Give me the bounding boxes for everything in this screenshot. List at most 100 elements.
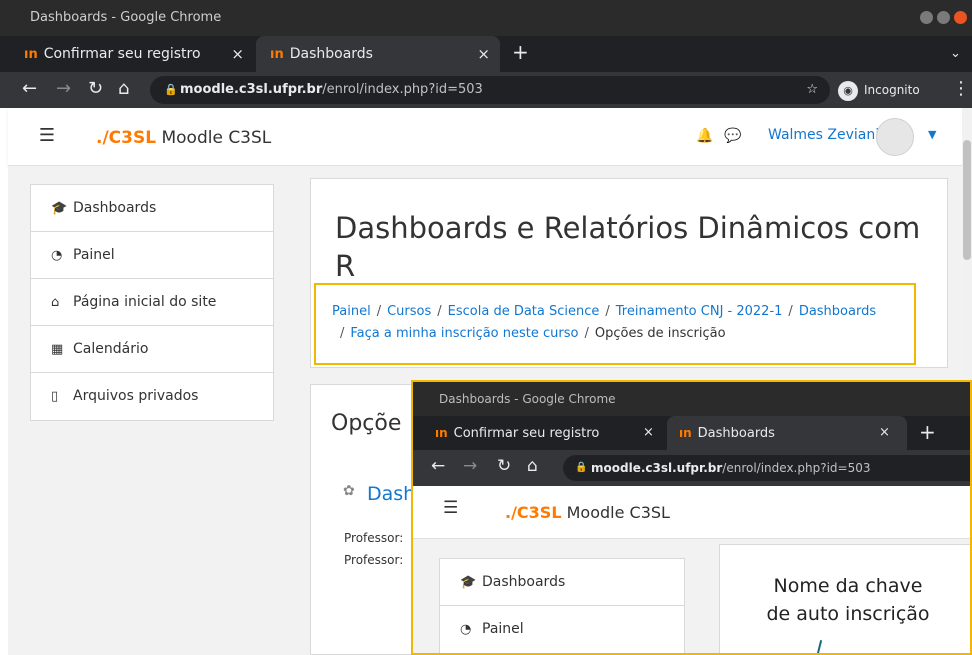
nav-item-dashboards[interactable]: 🎓 Dashboards — [440, 559, 684, 606]
window-titlebar: Dashboards - Google Chrome — [0, 0, 972, 36]
tab-favicon: ın — [679, 426, 692, 440]
section-heading: Opçõe — [331, 411, 402, 436]
new-tab-icon[interactable]: + — [512, 40, 529, 64]
incognito-icon: ◉ — [838, 80, 858, 101]
forward-arrow-icon[interactable]: → — [463, 456, 477, 476]
tab-search-chevron-icon[interactable]: ⌄ — [950, 46, 961, 61]
notifications-bell-icon[interactable]: 🔔 — [696, 128, 713, 144]
back-arrow-icon[interactable]: ← — [431, 456, 445, 476]
address-bar[interactable]: 🔒 moodle.c3sl.ufpr.br/enrol/index.php?id… — [150, 76, 830, 104]
course-name-link[interactable]: Dash — [367, 483, 415, 505]
nav-item-dashboards[interactable]: 🎓 Dashboards — [31, 185, 273, 232]
breadcrumb-current: Opções de inscrição — [594, 326, 726, 341]
inset-tab-dashboards[interactable]: ın Dashboards × — [667, 416, 907, 450]
close-tab-icon[interactable]: × — [477, 36, 490, 72]
scrollbar-thumb[interactable] — [963, 140, 971, 260]
nav-item-label: Dashboards — [73, 200, 157, 216]
breadcrumb-item[interactable]: Escola de Data Science — [448, 304, 600, 319]
tab-label: Dashboards — [697, 426, 775, 441]
close-tab-icon[interactable]: × — [231, 36, 244, 72]
tab-label: Confirmar seu registro — [43, 46, 201, 62]
breadcrumb-item[interactable]: Faça a minha inscrição neste curso — [350, 326, 578, 341]
tab-favicon: ın — [435, 426, 448, 440]
site-name: Moodle C3SL — [161, 128, 272, 148]
left-nav: 🎓 Dashboards ◔ Painel ⌂ Página inicial do s… — [30, 184, 274, 421]
inset-tab-strip: ın Confirmar seu registro × ın Dashboards × … — [413, 416, 970, 450]
reload-icon[interactable]: ↻ — [88, 78, 103, 99]
inset-window-title: Dashboards - Google Chrome — [439, 392, 616, 406]
c3sl-logo: ./C3SL — [505, 503, 562, 522]
page-title: Dashboards e Relatórios Dinâmicos com R — [335, 211, 921, 283]
reload-icon[interactable]: ↻ — [497, 456, 511, 476]
dashboard-icon: ◔ — [460, 622, 472, 637]
annotation-line: de auto inscrição — [766, 603, 930, 625]
graduation-cap-icon: 🎓 — [51, 201, 68, 216]
url-host: moodle.c3sl.ufpr.br — [591, 461, 723, 475]
nav-item-label: Painel — [482, 621, 524, 637]
tab-favicon: ın — [270, 47, 284, 62]
nav-item-label: Calendário — [73, 341, 149, 357]
tab-dashboards[interactable]: ın Dashboards × — [256, 36, 500, 72]
minimize-button[interactable] — [920, 11, 933, 24]
inset-address-bar[interactable]: 🔒 moodle.c3sl.ufpr.br/enrol/index.php?id… — [563, 455, 970, 481]
annotation-label: Nome da chave de auto inscrição — [743, 572, 953, 628]
browser-menu-icon[interactable]: ⋮ — [952, 78, 970, 99]
breadcrumb: Painel / Cursos / Escola de Data Science / Tre… — [332, 304, 877, 341]
annotation-line: Nome da chave — [773, 575, 923, 597]
file-icon: ▯ — [51, 389, 59, 404]
inset-titlebar: Dashboards - Google Chrome — [413, 382, 970, 416]
tab-label: Confirmar seu registro — [453, 426, 600, 441]
inset-tab-confirmar[interactable]: ın Confirmar seu registro × — [435, 416, 665, 450]
inset-left-nav: 🎓 Dashboards ◔ Painel — [439, 558, 685, 653]
url-host: moodle.c3sl.ufpr.br — [180, 82, 323, 97]
nav-item-painel[interactable]: ◔ Painel — [440, 606, 684, 653]
inset-moodle-header: ☰ ./C3SL Moodle C3SL — [413, 486, 970, 539]
site-name: Moodle C3SL — [566, 503, 670, 522]
breadcrumb-item[interactable]: Treinamento CNJ - 2022-1 — [616, 304, 783, 319]
hamburger-menu-icon[interactable]: ☰ — [443, 498, 458, 518]
nav-item-calendario[interactable]: ▦ Calendário — [31, 326, 273, 373]
close-tab-icon[interactable]: × — [643, 416, 654, 450]
breadcrumb-item[interactable]: Painel — [332, 304, 371, 319]
home-icon[interactable]: ⌂ — [118, 78, 129, 99]
c3sl-logo: ./C3SL — [96, 128, 157, 148]
breadcrumb-highlight: Painel / Cursos / Escola de Data Science / Tre… — [314, 283, 916, 365]
nav-item-label: Arquivos privados — [73, 388, 199, 404]
tab-favicon: ın — [24, 47, 38, 62]
nav-item-painel[interactable]: ◔ Painel — [31, 232, 273, 279]
breadcrumb-item[interactable]: Dashboards — [799, 304, 876, 319]
nav-item-pagina-inicial[interactable]: ⌂ Página inicial do site — [31, 279, 273, 326]
lock-icon: 🔒 — [164, 83, 178, 96]
maximize-button[interactable] — [937, 11, 950, 24]
calendar-icon: ▦ — [51, 342, 64, 357]
incognito-indicator[interactable]: ◉ Incognito — [838, 78, 920, 102]
back-arrow-icon[interactable]: ← — [22, 78, 37, 99]
tab-strip: ın Confirmar seu registro × ın Dashboards … — [0, 36, 972, 72]
url-path: /enrol/index.php?id=503 — [322, 82, 483, 97]
site-brand[interactable]: ./C3SL Moodle C3SL — [505, 503, 670, 522]
close-tab-icon[interactable]: × — [879, 416, 890, 450]
inset-toolbar: ← → ↻ ⌂ 🔒 moodle.c3sl.ufpr.br/enrol/inde… — [413, 450, 970, 486]
user-name[interactable]: Walmes Zeviani — [768, 127, 879, 143]
breadcrumb-item[interactable]: Cursos — [387, 304, 431, 319]
inset-zoomed-window: Dashboards - Google Chrome ın Confirmar s… — [411, 380, 972, 655]
incognito-label: Incognito — [864, 83, 920, 97]
tab-label: Dashboards — [289, 46, 373, 62]
nav-item-arquivos-privados[interactable]: ▯ Arquivos privados — [31, 373, 273, 420]
course-icon: ✿ — [343, 483, 355, 499]
close-window-button[interactable] — [954, 11, 967, 24]
home-icon: ⌂ — [51, 295, 60, 310]
user-menu-caret-icon[interactable]: ▼ — [928, 128, 936, 141]
tab-confirmar-registro[interactable]: ın Confirmar seu registro × — [24, 36, 254, 72]
window-title: Dashboards - Google Chrome — [30, 10, 222, 25]
messages-icon[interactable]: 💬 — [724, 128, 741, 144]
new-tab-icon[interactable]: + — [919, 420, 936, 444]
bookmark-star-icon[interactable]: ☆ — [806, 76, 818, 104]
hamburger-menu-icon[interactable]: ☰ — [30, 121, 64, 151]
home-icon[interactable]: ⌂ — [527, 456, 538, 476]
nav-item-label: Página inicial do site — [73, 294, 217, 310]
dashboard-icon: ◔ — [51, 248, 63, 263]
avatar[interactable] — [876, 118, 914, 156]
site-brand[interactable]: ./C3SL Moodle C3SL — [96, 128, 271, 148]
forward-arrow-icon[interactable]: → — [56, 78, 71, 99]
